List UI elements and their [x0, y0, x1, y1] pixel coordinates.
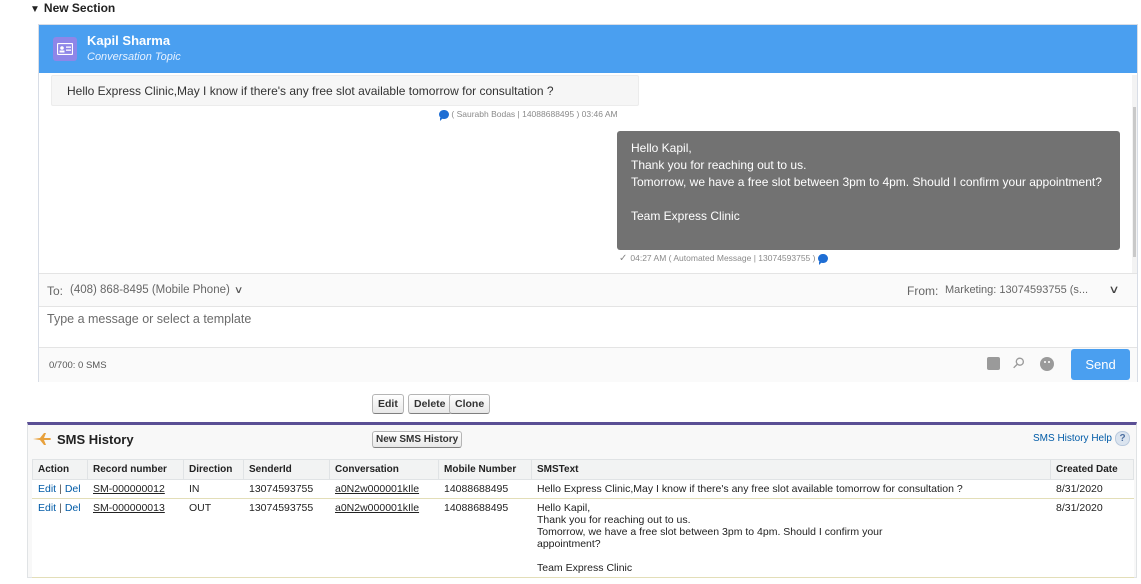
to-label: To:: [47, 284, 64, 298]
direction-cell: OUT: [183, 498, 244, 578]
sms-conversation-panel: Kapil Sharma Conversation Topic Hello Ex…: [38, 24, 1138, 382]
delivered-check-icon: ✓: [619, 253, 628, 264]
column-header: Direction: [183, 459, 244, 480]
from-number-select[interactable]: Marketing: 13074593755 (s...: [945, 284, 1088, 296]
table-row: Edit | Del SM-000000012 IN 13074593755 a0N…: [32, 479, 1134, 499]
record-number-cell: SM-000000013: [87, 498, 184, 578]
action-cell: Edit | Del: [32, 479, 88, 499]
column-header: Record number: [87, 459, 184, 480]
to-phone-select[interactable]: (408) 868-8495 (Mobile Phone) ∨: [70, 284, 244, 296]
contact-card-icon: [53, 37, 77, 61]
sms-text-cell: Hello Kapil, Thank you for reaching out …: [531, 498, 1051, 578]
outgoing-message: Hello Kapil, Thank you for reaching out …: [617, 131, 1120, 250]
direction-cell: IN: [183, 479, 244, 499]
record-link[interactable]: SM-000000013: [93, 502, 165, 514]
to-phone-value: (408) 868-8495 (Mobile Phone): [70, 284, 230, 296]
sms-text-cell: Hello Express Clinic,May I know if there…: [531, 479, 1051, 499]
conversation-cell: a0N2w000001kIle: [329, 498, 439, 578]
emoji-icon[interactable]: [1040, 357, 1054, 371]
recipient-row: To: (408) 868-8495 (Mobile Phone) ∨ From:…: [39, 273, 1137, 307]
edit-link[interactable]: Edit: [38, 483, 56, 495]
message-scrollbar-thumb[interactable]: [1133, 107, 1136, 257]
conversation-link[interactable]: a0N2w000001kIle: [335, 502, 419, 514]
sender-cell: 13074593755: [243, 498, 330, 578]
sms-history-table: Action Record number Direction SenderId …: [32, 459, 1134, 578]
record-number-cell: SM-000000012: [87, 479, 184, 499]
chevron-down-icon[interactable]: ∨: [1108, 283, 1119, 296]
incoming-message: Hello Express Clinic,May I know if there…: [51, 75, 639, 106]
from-label: From:: [907, 284, 939, 298]
column-header: SMSText: [531, 459, 1051, 480]
incoming-meta-text: ( Saurabh Bodas | 14088688495 ) 03:46 AM: [451, 109, 618, 119]
incoming-message-meta: ( Saurabh Bodas | 14088688495 ) 03:46 AM: [439, 109, 618, 122]
column-header: Conversation: [329, 459, 439, 480]
mobile-cell: 14088688495: [438, 498, 532, 578]
chat-bubble-icon: [439, 110, 449, 122]
collapse-triangle-icon[interactable]: ▼: [30, 4, 40, 15]
sender-cell: 13074593755: [243, 479, 330, 499]
edit-link[interactable]: Edit: [38, 502, 56, 514]
created-date-cell: 8/31/2020: [1050, 479, 1134, 499]
help-icon[interactable]: ?: [1115, 431, 1130, 446]
action-cell: Edit | Del: [32, 498, 88, 578]
conversation-topic: Conversation Topic: [87, 51, 181, 63]
column-header: SenderId: [243, 459, 330, 480]
table-header-row: Action Record number Direction SenderId …: [32, 459, 1134, 480]
section-header[interactable]: ▼ New Section: [30, 1, 115, 15]
template-icon[interactable]: [987, 357, 1000, 370]
airplane-icon: [33, 433, 51, 445]
related-list-title: SMS History: [57, 432, 134, 447]
column-header: Created Date: [1050, 459, 1134, 480]
mobile-cell: 14088688495: [438, 479, 532, 499]
del-link[interactable]: Del: [65, 502, 81, 514]
table-row: Edit | Del SM-000000013 OUT 13074593755 a0…: [32, 498, 1134, 578]
conversation-cell: a0N2w000001kIle: [329, 479, 439, 499]
new-sms-history-button[interactable]: New SMS History: [372, 431, 463, 448]
edit-button[interactable]: Edit: [372, 394, 404, 414]
message-input[interactable]: [47, 309, 1127, 329]
conversation-link[interactable]: a0N2w000001kIle: [335, 483, 419, 495]
conversation-header: Kapil Sharma Conversation Topic: [39, 25, 1137, 73]
chat-bubble-icon: [817, 254, 828, 266]
section-title: New Section: [43, 1, 116, 15]
composer-footer: 0/700: 0 SMS ⚲ Send: [39, 347, 1137, 382]
del-link[interactable]: Del: [65, 483, 81, 495]
clone-button[interactable]: Clone: [449, 394, 491, 414]
delete-button[interactable]: Delete: [408, 394, 452, 414]
character-counter: 0/700: 0 SMS: [49, 360, 107, 371]
contact-name[interactable]: Kapil Sharma: [87, 33, 170, 48]
column-header: Action: [32, 459, 88, 480]
outgoing-meta-text: 04:27 AM ( Automated Message | 130745937…: [630, 253, 816, 263]
send-button[interactable]: Send: [1071, 349, 1130, 380]
attachment-icon[interactable]: ⚲: [1008, 353, 1029, 373]
created-date-cell: 8/31/2020: [1050, 498, 1134, 578]
record-link[interactable]: SM-000000012: [93, 483, 165, 495]
sms-history-related-list: SMS History New SMS History SMS History …: [27, 422, 1137, 578]
outgoing-message-meta: ✓ 04:27 AM ( Automated Message | 13074593…: [619, 253, 828, 266]
chevron-down-icon[interactable]: ∨: [234, 285, 244, 296]
help-link[interactable]: SMS History Help: [1033, 433, 1112, 444]
column-header: Mobile Number: [438, 459, 532, 480]
